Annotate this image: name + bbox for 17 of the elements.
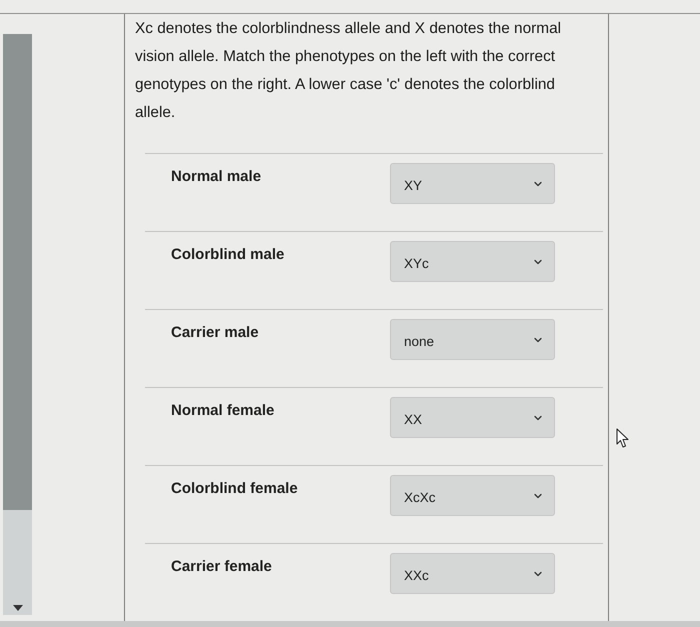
scroll-down-arrow-icon[interactable]: [12, 605, 22, 611]
mouse-pointer-icon: [616, 428, 629, 449]
phenotype-label: Carrier female: [171, 558, 272, 575]
genotype-dropdown[interactable]: none: [390, 319, 555, 360]
genotype-dropdown[interactable]: XXc: [390, 553, 555, 594]
scrollbar-thumb[interactable]: [3, 34, 32, 510]
phenotype-label: Normal male: [171, 168, 262, 185]
genotype-dropdown[interactable]: XY: [390, 163, 555, 204]
question-text: Xc denotes the colorblindness allele and X denotes the normal vision allele. Match the phenotypes on the left with the correct genotypes on the right. A lower case 'c' denotes the colorblind allele.: [135, 19, 562, 123]
genotype-dropdown[interactable]: XX: [390, 397, 555, 438]
phenotype-label: Carrier male: [171, 324, 259, 341]
phenotype-label: Colorblind male: [171, 246, 284, 263]
phenotype-label: Colorblind female: [171, 480, 298, 497]
genotype-dropdown[interactable]: XcXc: [390, 475, 555, 516]
genotype-dropdown[interactable]: XYc: [390, 241, 555, 282]
scrollbar-track[interactable]: [3, 34, 32, 615]
phenotype-label: Normal female: [171, 402, 274, 419]
